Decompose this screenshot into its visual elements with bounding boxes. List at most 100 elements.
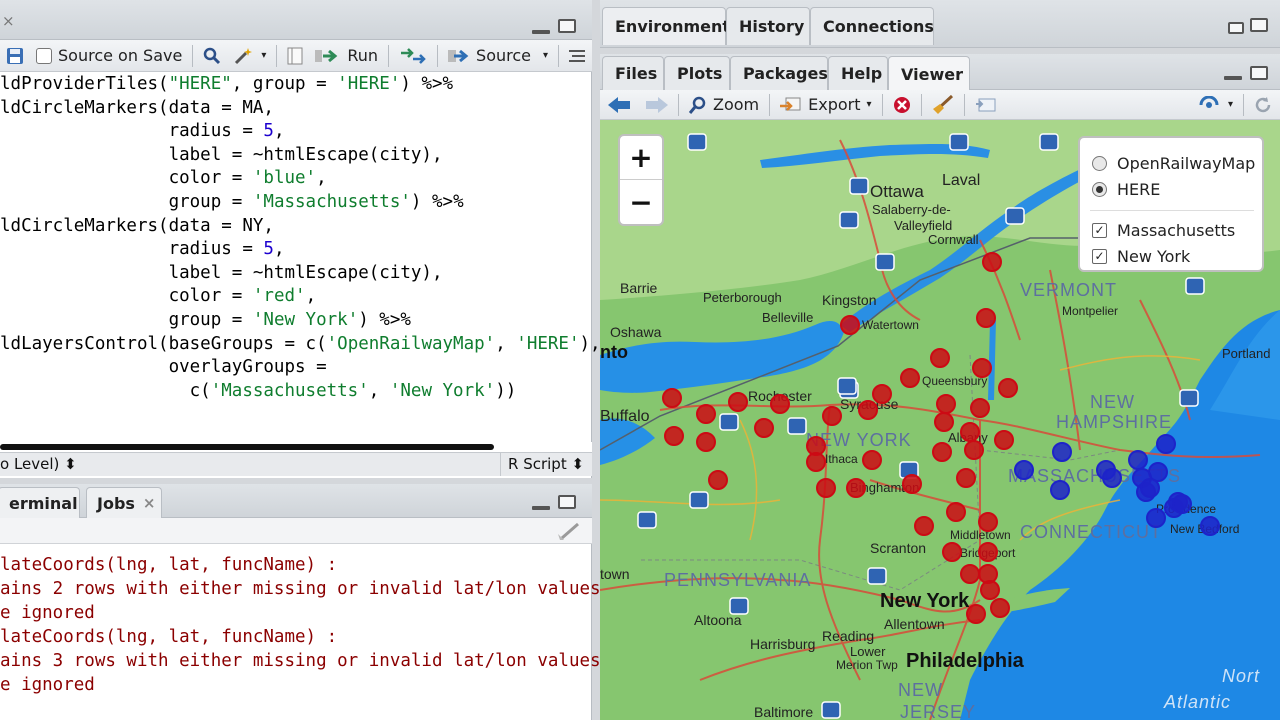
ny-circle-marker[interactable] <box>728 392 748 412</box>
chevron-down-icon[interactable]: ▾ <box>1228 99 1233 110</box>
run-button[interactable]: Run <box>309 42 384 70</box>
clear-console-broom-icon[interactable] <box>556 522 582 540</box>
code-tools-wand-icon[interactable]: ▾ <box>227 42 272 70</box>
overlay-massachusetts[interactable]: ✓ Massachusetts <box>1092 219 1235 241</box>
rerun-icon[interactable] <box>393 42 433 70</box>
maximize-pane-button[interactable] <box>558 495 576 509</box>
ny-circle-marker[interactable] <box>862 450 882 470</box>
source-on-save-toggle[interactable]: Source on Save <box>30 42 188 70</box>
tab-viewer[interactable]: Viewer <box>888 56 970 91</box>
ma-circle-marker[interactable] <box>1102 468 1122 488</box>
ny-circle-marker[interactable] <box>858 400 878 420</box>
refresh-icon[interactable] <box>1248 91 1280 119</box>
remove-viewer-icon[interactable] <box>887 91 917 119</box>
ny-circle-marker[interactable] <box>956 468 976 488</box>
ma-circle-marker[interactable] <box>1156 434 1176 454</box>
ny-circle-marker[interactable] <box>936 394 956 414</box>
tab-help[interactable]: Help <box>828 56 888 90</box>
ny-circle-marker[interactable] <box>934 412 954 432</box>
chevron-down-icon[interactable]: ▾ <box>543 50 548 61</box>
close-icon[interactable]: × <box>143 494 156 512</box>
tab-files[interactable]: Files <box>602 56 664 90</box>
back-arrow-icon[interactable] <box>600 91 638 119</box>
minimize-pane-button[interactable] <box>1224 76 1242 80</box>
export-button[interactable]: Export ▾ <box>774 91 877 119</box>
ny-circle-marker[interactable] <box>662 388 682 408</box>
base-layer-here[interactable]: HERE <box>1092 178 1160 200</box>
ma-circle-marker[interactable] <box>1146 508 1166 528</box>
ny-circle-marker[interactable] <box>770 394 790 414</box>
forward-arrow-icon[interactable] <box>638 91 674 119</box>
find-replace-icon[interactable] <box>197 42 227 70</box>
tab-history[interactable]: History <box>726 7 810 45</box>
ma-circle-marker[interactable] <box>1128 450 1148 470</box>
ma-circle-marker[interactable] <box>1172 494 1192 514</box>
document-outline-icon[interactable] <box>563 42 591 70</box>
ny-circle-marker[interactable] <box>822 406 842 426</box>
ny-circle-marker[interactable] <box>966 604 986 624</box>
ny-circle-marker[interactable] <box>932 442 952 462</box>
ny-circle-marker[interactable] <box>840 315 860 335</box>
ny-circle-marker[interactable] <box>972 358 992 378</box>
show-in-new-window-icon[interactable] <box>969 91 1003 119</box>
ny-circle-marker[interactable] <box>990 598 1010 618</box>
compile-report-icon[interactable] <box>281 42 309 70</box>
base-layer-openrailwaymap[interactable]: OpenRailwayMap <box>1092 152 1255 174</box>
leaflet-map[interactable]: Ottawa Laval Salaberry-de- Valleyfield C… <box>600 120 1280 720</box>
zoom-out-button[interactable]: − <box>620 180 662 224</box>
ny-circle-marker[interactable] <box>806 452 826 472</box>
ny-circle-marker[interactable] <box>902 474 922 494</box>
ny-circle-marker[interactable] <box>960 422 980 442</box>
ny-circle-marker[interactable] <box>900 368 920 388</box>
scope-selector[interactable]: o Level) ⬍ <box>0 455 77 473</box>
ny-circle-marker[interactable] <box>708 470 728 490</box>
tab-connections[interactable]: Connections <box>810 7 934 45</box>
code-editor[interactable]: ldProviderTiles("HERE", group = 'HERE') … <box>0 72 601 442</box>
ny-circle-marker[interactable] <box>976 308 996 328</box>
minimize-pane-button[interactable] <box>532 506 550 510</box>
clear-all-broom-icon[interactable] <box>926 91 960 119</box>
radio-openrailwaymap[interactable] <box>1092 155 1107 171</box>
zoom-button[interactable]: Zoom <box>683 91 765 119</box>
ny-circle-marker[interactable] <box>998 378 1018 398</box>
tab-terminal[interactable]: erminal × <box>0 487 98 518</box>
ny-circle-marker[interactable] <box>942 542 962 562</box>
save-icon[interactable] <box>0 42 30 70</box>
ny-circle-marker[interactable] <box>978 542 998 562</box>
minimize-pane-button[interactable] <box>532 30 550 34</box>
tab-environment[interactable]: Environment <box>602 7 730 45</box>
tab-plots[interactable]: Plots <box>664 56 730 90</box>
ny-circle-marker[interactable] <box>914 516 934 536</box>
source-button[interactable]: Source ▾ <box>442 42 554 70</box>
ny-circle-marker[interactable] <box>696 404 716 424</box>
ny-circle-marker[interactable] <box>982 252 1002 272</box>
ny-circle-marker[interactable] <box>696 432 716 452</box>
ny-circle-marker[interactable] <box>846 478 866 498</box>
ny-circle-marker[interactable] <box>930 348 950 368</box>
ny-circle-marker[interactable] <box>964 440 984 460</box>
ma-circle-marker[interactable] <box>1052 442 1072 462</box>
ma-circle-marker[interactable] <box>1050 480 1070 500</box>
ma-circle-marker[interactable] <box>1200 516 1220 536</box>
ny-circle-marker[interactable] <box>960 564 980 584</box>
ny-circle-marker[interactable] <box>754 418 774 438</box>
tab-jobs[interactable]: Jobs × <box>86 487 162 518</box>
maximize-pane-button[interactable] <box>558 19 576 33</box>
radio-here[interactable] <box>1092 181 1107 197</box>
ny-circle-marker[interactable] <box>872 384 892 404</box>
horizontal-scrollbar-thumb[interactable] <box>0 444 494 450</box>
chevron-down-icon[interactable]: ▾ <box>867 99 872 110</box>
checkbox-new-york[interactable]: ✓ <box>1092 248 1107 264</box>
ny-circle-marker[interactable] <box>970 398 990 418</box>
ny-circle-marker[interactable] <box>980 580 1000 600</box>
close-tab-icon[interactable]: × <box>2 12 15 30</box>
checkbox-massachusetts[interactable]: ✓ <box>1092 222 1107 238</box>
publish-icon[interactable]: ▾ <box>1192 91 1239 119</box>
ma-circle-marker[interactable] <box>1014 460 1034 480</box>
maximize-pane-button[interactable] <box>1250 66 1268 80</box>
maximize-pane-button[interactable] <box>1250 18 1268 32</box>
ny-circle-marker[interactable] <box>946 502 966 522</box>
ny-circle-marker[interactable] <box>816 478 836 498</box>
file-type-selector[interactable]: R Script ⬍ <box>508 455 584 473</box>
ny-circle-marker[interactable] <box>994 430 1014 450</box>
